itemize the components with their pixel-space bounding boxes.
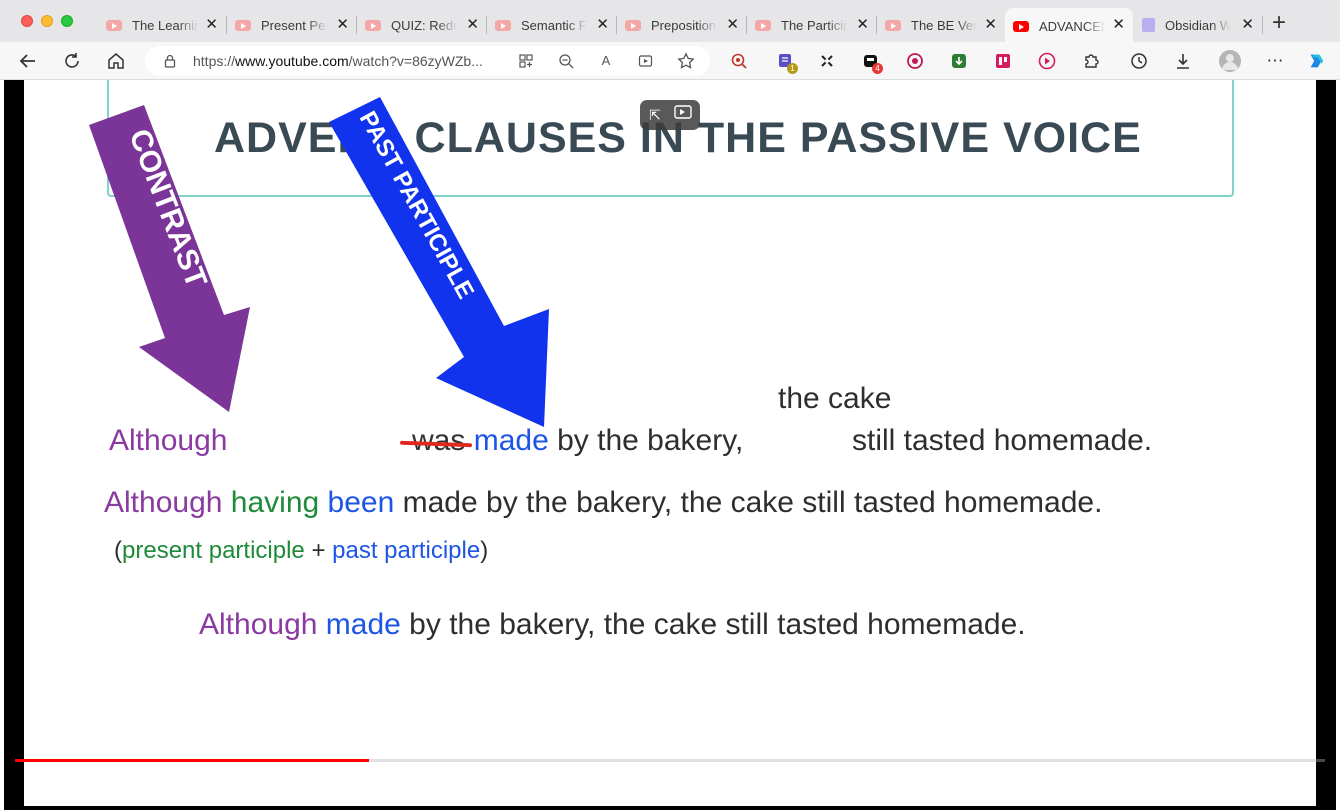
picture-in-picture-icon[interactable]	[673, 105, 693, 125]
close-tab-icon[interactable]: ✕	[596, 16, 609, 34]
extensions-puzzle-icon[interactable]	[1081, 51, 1101, 71]
app-available-icon[interactable]	[516, 51, 536, 71]
favorite-star-icon[interactable]	[676, 51, 696, 71]
video-frame[interactable]: ADVERB CLAUSES IN THE PASSIVE VOICE CONT…	[24, 80, 1316, 806]
video-progress-fill[interactable]	[15, 759, 369, 762]
extension-cursor-icon[interactable]	[817, 51, 837, 71]
participle-note: (present participle + past participle)	[114, 537, 489, 564]
reload-icon[interactable]	[62, 51, 82, 71]
tab-title: ADVANCED	[1039, 18, 1105, 34]
extension-board-icon[interactable]: 4	[861, 51, 883, 74]
youtube-icon	[235, 19, 251, 31]
profile-avatar[interactable]	[1219, 50, 1241, 72]
tab-strip: The Learnin ✕ Present Per ✕ QUIZ: Redu ✕…	[0, 0, 1340, 44]
youtube-icon	[106, 19, 122, 31]
youtube-icon	[495, 19, 511, 31]
been-word: been	[327, 486, 395, 519]
tab-title: Present Per	[261, 17, 327, 33]
close-tab-icon[interactable]: ✕	[1112, 16, 1125, 34]
extension-download-icon[interactable]	[949, 51, 969, 71]
extension-badge: 1	[787, 63, 798, 74]
having-word: having	[230, 486, 320, 519]
downloads-icon[interactable]	[1173, 51, 1193, 71]
tab-title: Semantic F	[521, 17, 587, 33]
minimize-window-button[interactable]	[41, 15, 53, 27]
browser-toolbar: https://www.youtube.com/watch?v=86zyWZb.…	[0, 42, 1340, 80]
tab-1[interactable]: Present Per ✕	[227, 8, 357, 42]
url-host: www.youtube.com	[235, 53, 349, 69]
more-options-icon[interactable]: ⋯	[1265, 51, 1285, 71]
home-icon[interactable]	[106, 51, 126, 71]
extension-notes-icon[interactable]: 1	[776, 51, 798, 74]
address-bar[interactable]: https://www.youtube.com/watch?v=86zyWZb.…	[145, 46, 710, 76]
present-participle-label: present participle	[122, 537, 305, 564]
close-tab-icon[interactable]: ✕	[984, 16, 997, 34]
close-tab-icon[interactable]: ✕	[336, 16, 349, 34]
close-tab-icon[interactable]: ✕	[856, 16, 869, 34]
past-participle-label: past participle	[332, 537, 481, 564]
sentence2: Although having been made by the bakery,…	[104, 486, 1102, 520]
youtube-icon	[1013, 20, 1029, 32]
copilot-icon[interactable]	[1306, 51, 1326, 71]
close-window-button[interactable]	[21, 15, 33, 27]
maximize-window-button[interactable]	[61, 15, 73, 27]
youtube-icon	[755, 19, 771, 31]
tab-title: Preposition	[651, 17, 717, 33]
extension-badge: 4	[872, 63, 883, 74]
sentence1-end: still tasted homemade.	[852, 424, 1153, 457]
player-overlay-controls: ⇱	[640, 100, 700, 130]
youtube-icon	[625, 19, 641, 31]
miniplayer-icon[interactable]: ⇱	[645, 105, 665, 125]
url-text[interactable]: https://www.youtube.com/watch?v=86zyWZb.…	[193, 53, 483, 69]
zoom-out-icon[interactable]	[556, 51, 576, 71]
sentence3: Although made by the bakery, the cake st…	[199, 608, 1026, 642]
although-word: Although	[199, 608, 318, 641]
obsidian-icon	[1142, 18, 1155, 32]
tab-title: Obsidian W	[1165, 17, 1231, 33]
tab-3[interactable]: Semantic F ✕	[487, 8, 617, 42]
immersive-reader-icon[interactable]	[636, 51, 656, 71]
url-path: /watch?v=86zyWZb...	[348, 53, 483, 69]
extension-record-icon[interactable]	[905, 51, 925, 71]
although-word: Although	[104, 486, 223, 519]
tab-title: The BE Ver	[911, 17, 977, 33]
tab-title: QUIZ: Redu	[391, 17, 457, 33]
history-icon[interactable]	[1129, 51, 1149, 71]
lock-icon[interactable]	[163, 54, 177, 73]
close-tab-icon[interactable]: ✕	[1241, 16, 1254, 34]
extension-search-icon[interactable]	[729, 51, 749, 71]
tab-0[interactable]: The Learnin ✕	[98, 8, 226, 42]
sentence2-rest: made by the bakery, the cake still taste…	[402, 486, 1103, 519]
sentence1-body: was made by the bakery,	[399, 424, 744, 458]
made-word: made	[473, 424, 549, 457]
tab-title: The Particip	[781, 17, 847, 33]
url-prefix: https://	[193, 53, 236, 69]
sentence1-rest: by the bakery,	[557, 424, 744, 457]
struck-word: was	[399, 424, 473, 457]
youtube-icon	[365, 19, 381, 31]
close-tab-icon[interactable]: ✕	[466, 16, 479, 34]
past-participle-arrow: PAST PARTICIPLE	[329, 97, 549, 427]
close-tab-icon[interactable]: ✕	[726, 16, 739, 34]
tab-2[interactable]: QUIZ: Redu ✕	[357, 8, 487, 42]
tab-title: The Learnin	[132, 17, 198, 33]
sentence1-subject: the cake	[778, 382, 892, 415]
extension-play-icon[interactable]	[1037, 51, 1057, 71]
tab-6[interactable]: The BE Ver ✕	[877, 8, 1005, 42]
tab-4[interactable]: Preposition ✕	[617, 8, 747, 42]
extension-kanban-icon[interactable]	[993, 51, 1013, 71]
sentence1-although: Although	[109, 424, 228, 457]
new-tab-button[interactable]: +	[1272, 11, 1286, 35]
contrast-arrow: CONTRAST	[89, 105, 250, 412]
close-tab-icon[interactable]: ✕	[205, 16, 218, 34]
back-icon[interactable]	[18, 51, 38, 71]
tab-8[interactable]: Obsidian W ✕	[1134, 8, 1262, 42]
tab-5[interactable]: The Particip ✕	[747, 8, 877, 42]
youtube-icon	[885, 19, 901, 31]
read-aloud-icon[interactable]: A	[596, 51, 616, 71]
tab-7-active[interactable]: ADVANCED ✕	[1005, 8, 1133, 44]
made-word: made	[325, 608, 401, 641]
sentence3-rest: by the bakery, the cake still tasted hom…	[409, 608, 1026, 641]
